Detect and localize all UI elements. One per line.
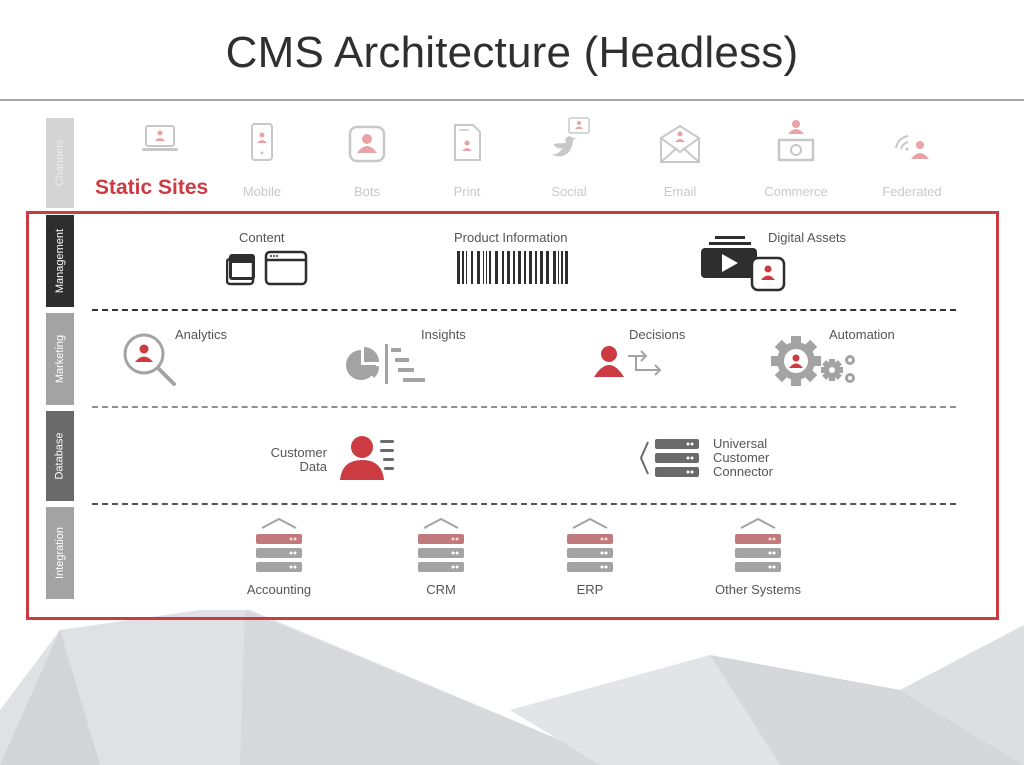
channel-label: Commerce bbox=[764, 184, 828, 199]
server-stack-icon bbox=[256, 517, 302, 572]
content-windows-icon bbox=[226, 250, 308, 286]
layer-label-management: Management bbox=[46, 215, 74, 307]
twitter-bird-icon bbox=[551, 117, 590, 157]
integration-item-label: Accounting bbox=[246, 582, 312, 597]
envelope-icon bbox=[660, 124, 700, 163]
ucc-line1: Universal bbox=[713, 436, 768, 451]
static-sites-label: Static Sites bbox=[95, 176, 209, 199]
laptop-icon bbox=[142, 125, 178, 151]
channel-email[interactable]: Email bbox=[630, 122, 730, 199]
decisions-user-branch-icon bbox=[594, 346, 662, 377]
channel-label: Email bbox=[663, 184, 697, 199]
money-bill-icon bbox=[777, 120, 815, 162]
customer-data-user-list-icon bbox=[340, 436, 394, 480]
integration-item-label: CRM bbox=[426, 582, 456, 597]
insights-pie-chart-icon bbox=[346, 344, 425, 384]
layer-divider bbox=[92, 406, 956, 408]
digital-assets-label: Digital Assets bbox=[768, 230, 847, 245]
server-stack-icon bbox=[735, 517, 781, 572]
channel-bots[interactable]: Bots bbox=[317, 122, 417, 199]
bot-icon bbox=[348, 125, 386, 163]
product-information-label: Product Information bbox=[454, 230, 568, 245]
channel-social[interactable]: Social bbox=[519, 117, 619, 199]
mobile-phone-icon bbox=[251, 123, 273, 161]
decisions-label: Decisions bbox=[629, 327, 686, 342]
channel-static-sites[interactable] bbox=[110, 122, 210, 162]
customer-data-label: Customer Data bbox=[269, 446, 327, 474]
layer-divider bbox=[92, 309, 956, 311]
ucc-line2: Customer bbox=[713, 450, 770, 465]
universal-connector-server-icon bbox=[639, 439, 699, 477]
content-label: Content bbox=[239, 230, 285, 245]
layer-label-channels: Channels bbox=[46, 118, 74, 208]
automation-gears-icon bbox=[771, 336, 855, 386]
channel-federated[interactable]: Federated bbox=[862, 122, 962, 199]
channel-label: Bots bbox=[353, 184, 380, 199]
integration-item[interactable]: Other Systems bbox=[698, 516, 818, 597]
channel-print[interactable]: Print bbox=[417, 122, 517, 199]
ucc-line3: Connector bbox=[713, 464, 773, 479]
layer-divider bbox=[92, 503, 956, 505]
channel-label: Print bbox=[453, 184, 481, 199]
wireless-user-icon bbox=[895, 135, 929, 159]
customer-data-line1: Customer bbox=[270, 445, 327, 460]
layer-label-integration: Integration bbox=[46, 507, 74, 599]
channel-label: Mobile bbox=[242, 184, 282, 199]
background-mountains bbox=[0, 610, 1024, 765]
integration-item[interactable]: CRM bbox=[381, 516, 501, 597]
layer-label-database: Database bbox=[46, 411, 74, 501]
server-stack-icon bbox=[418, 517, 464, 572]
server-stack-icon bbox=[567, 517, 613, 572]
channel-commerce[interactable]: Commerce bbox=[746, 120, 846, 199]
integration-item-label: Other Systems bbox=[715, 582, 801, 597]
analytics-magnifier-icon bbox=[123, 333, 176, 386]
title-divider bbox=[0, 99, 1024, 101]
channel-mobile[interactable]: Mobile bbox=[212, 122, 312, 199]
insights-label: Insights bbox=[421, 327, 466, 342]
barcode-icon bbox=[457, 251, 568, 284]
page-title: CMS Architecture (Headless) bbox=[225, 28, 799, 77]
integration-item[interactable]: ERP bbox=[530, 516, 650, 597]
analytics-label: Analytics bbox=[175, 327, 228, 342]
channel-label: Federated bbox=[882, 184, 942, 199]
customer-data-line2: Data bbox=[299, 459, 327, 474]
channel-label: Social bbox=[551, 184, 587, 199]
integration-item-label: ERP bbox=[576, 582, 604, 597]
layer-label-marketing: Marketing bbox=[46, 313, 74, 405]
print-document-icon bbox=[454, 124, 481, 161]
integration-item[interactable]: Accounting bbox=[219, 516, 339, 597]
universal-customer-connector-label: Universal Customer Connector bbox=[713, 437, 773, 479]
